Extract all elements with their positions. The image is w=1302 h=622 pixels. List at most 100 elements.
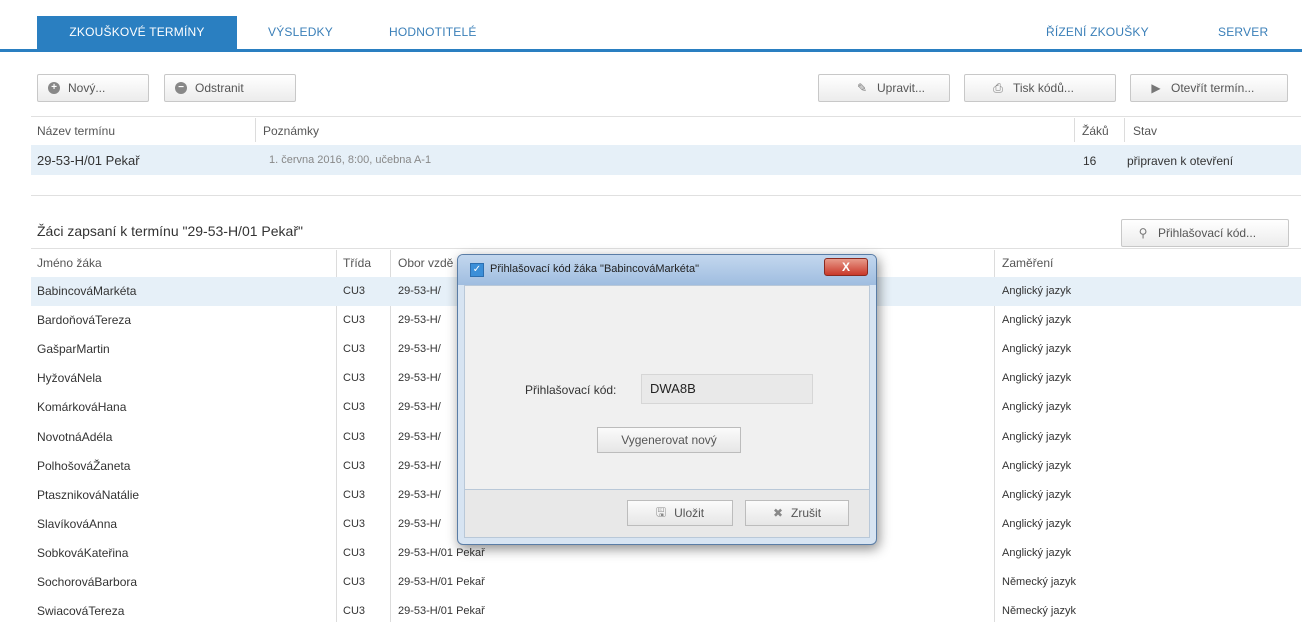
floppy-icon: 🖫 [655, 504, 667, 519]
open-term-label: Otevřít termín... [1171, 81, 1255, 95]
student-name[interactable]: NovotnáAdéla [37, 430, 112, 444]
student-field: 29-53-H/ [398, 372, 441, 384]
terms-col-sep-3 [1124, 118, 1125, 142]
student-class: CU3 [343, 489, 366, 501]
student-name[interactable]: SobkováKateřina [37, 546, 128, 560]
student-field: 29-53-H/ [398, 343, 441, 355]
remove-term-button[interactable]: − Odstranit [164, 74, 296, 102]
open-term-button[interactable]: ▶ Otevřít termín... [1130, 74, 1288, 102]
terms-header-notes: Poznámky [263, 124, 320, 138]
student-class: CU3 [343, 431, 366, 443]
students-header-field: Obor vzdě [398, 256, 454, 270]
printer-icon: ⎙ [993, 81, 1003, 95]
print-codes-label: Tisk kódů... [1013, 81, 1074, 95]
cancel-button[interactable]: ✖ Zrušit [745, 500, 849, 526]
edit-term-label: Upravit... [877, 81, 926, 95]
student-focus: Anglický jazyk [1002, 431, 1072, 443]
student-focus: Anglický jazyk [1002, 489, 1072, 501]
term-students: 16 [1083, 154, 1097, 168]
terms-table-row[interactable]: 29-53-H/01 Pekař 1. června 2016, 8:00, u… [31, 145, 1301, 175]
exam-app: ZKOUŠKOVÉ TERMÍNY VÝSLEDKY HODNOTITELÉ Ř… [0, 0, 1302, 622]
student-class: CU3 [343, 518, 366, 530]
dialog-footer: 🖫 Uložit ✖ Zrušit [464, 490, 870, 538]
play-icon: ▶ [1151, 81, 1161, 95]
student-name[interactable]: PolhošováŽaneta [37, 459, 130, 473]
close-button[interactable]: X [824, 258, 868, 276]
new-term-label: Nový... [68, 81, 106, 95]
term-notes: 1. června 2016, 8:00, učebna A-1 [269, 154, 432, 166]
save-button[interactable]: 🖫 Uložit [627, 500, 733, 526]
student-name[interactable]: SlavíkováAnna [37, 517, 117, 531]
student-focus: Anglický jazyk [1002, 285, 1072, 297]
student-focus: Anglický jazyk [1002, 343, 1072, 355]
terms-col-sep-2 [1074, 118, 1075, 142]
student-focus: Anglický jazyk [1002, 460, 1072, 472]
student-field: 29-53-H/01 Pekař [398, 605, 485, 617]
tab-server[interactable]: SERVER [1218, 16, 1288, 49]
login-code-dialog: ✓ Přihlašovací kód žáka "BabincováMarkét… [457, 254, 877, 545]
student-name[interactable]: KomárkováHana [37, 400, 126, 414]
remove-term-label: Odstranit [195, 81, 244, 95]
student-class: CU3 [343, 605, 366, 617]
student-field: 29-53-H/ [398, 489, 441, 501]
terms-header-status: Stav [1133, 124, 1158, 138]
generate-new-label: Vygenerovat nový [621, 433, 717, 447]
student-field: 29-53-H/ [398, 460, 441, 472]
student-name[interactable]: SochorováBarbora [37, 575, 137, 589]
new-term-button[interactable]: + Nový... [37, 74, 149, 102]
student-class: CU3 [343, 314, 366, 326]
student-focus: Anglický jazyk [1002, 314, 1072, 326]
tab-rizeni-zkousky[interactable]: ŘÍZENÍ ZKOUŠKY [1046, 16, 1166, 49]
dialog-title: Přihlašovací kód žáka "BabincováMarkéta" [490, 263, 699, 275]
login-code-label: Přihlašovací kód: [525, 383, 617, 397]
student-name[interactable]: BardoňováTereza [37, 313, 131, 327]
student-class: CU3 [343, 576, 366, 588]
edit-term-button[interactable]: ✎ Upravit... [818, 74, 950, 102]
save-label: Uložit [674, 506, 705, 520]
student-class: CU3 [343, 285, 366, 297]
student-class: CU3 [343, 343, 366, 355]
pencil-icon: ✎ [856, 81, 868, 95]
cancel-label: Zrušit [791, 506, 822, 520]
student-class: CU3 [343, 547, 366, 559]
student-field: 29-53-H/ [398, 401, 441, 413]
student-field: 29-53-H/01 Pekař [398, 576, 485, 588]
students-header-focus: Zaměření [1002, 256, 1054, 270]
app-icon: ✓ [470, 263, 484, 277]
term-status: připraven k otevření [1127, 154, 1234, 168]
generate-new-button[interactable]: Vygenerovat nový [597, 427, 741, 453]
student-field: 29-53-H/01 Pekař [398, 547, 485, 559]
student-class: CU3 [343, 401, 366, 413]
terms-header-name: Název termínu [37, 124, 116, 138]
key-icon: ⚲ [1138, 226, 1148, 240]
dialog-title-bar[interactable]: ✓ Přihlašovací kód žáka "BabincováMarkét… [458, 255, 876, 285]
student-field: 29-53-H/ [398, 285, 441, 297]
terms-table-bottom-border [31, 195, 1301, 196]
terms-col-sep-1 [255, 118, 256, 142]
student-name[interactable]: SwiacováTereza [37, 604, 124, 618]
student-field: 29-53-H/ [398, 314, 441, 326]
student-class: CU3 [343, 372, 366, 384]
students-table-top-border [31, 248, 1301, 249]
login-code-button[interactable]: ⚲ Přihlašovací kód... [1121, 219, 1289, 247]
tab-hodnotitele[interactable]: HODNOTITELÉ [389, 16, 499, 49]
student-name[interactable]: PtasznikováNatálie [37, 488, 139, 502]
student-name[interactable]: GašparMartin [37, 342, 110, 356]
terms-table-top-border [31, 116, 1301, 117]
minus-icon: − [175, 82, 187, 94]
tab-zkouskove-terminy[interactable]: ZKOUŠKOVÉ TERMÍNY [37, 16, 237, 49]
login-code-field[interactable]: DWA8B [641, 374, 813, 404]
student-name[interactable]: BabincováMarkéta [37, 284, 136, 298]
students-header-name: Jméno žáka [37, 256, 102, 270]
cross-icon: ✖ [772, 506, 784, 520]
tab-vysledky[interactable]: VÝSLEDKY [268, 16, 358, 49]
student-name[interactable]: HyžováNela [37, 371, 102, 385]
student-focus: Anglický jazyk [1002, 518, 1072, 530]
dialog-body: Přihlašovací kód: DWA8B Vygenerovat nový [464, 285, 870, 490]
term-name: 29-53-H/01 Pekař [37, 153, 140, 168]
student-class: CU3 [343, 460, 366, 472]
student-field: 29-53-H/ [398, 518, 441, 530]
terms-header-students: Žáků [1082, 124, 1109, 138]
print-codes-button[interactable]: ⎙ Tisk kódů... [964, 74, 1116, 102]
top-tab-bar: ZKOUŠKOVÉ TERMÍNY VÝSLEDKY HODNOTITELÉ Ř… [0, 0, 1302, 52]
